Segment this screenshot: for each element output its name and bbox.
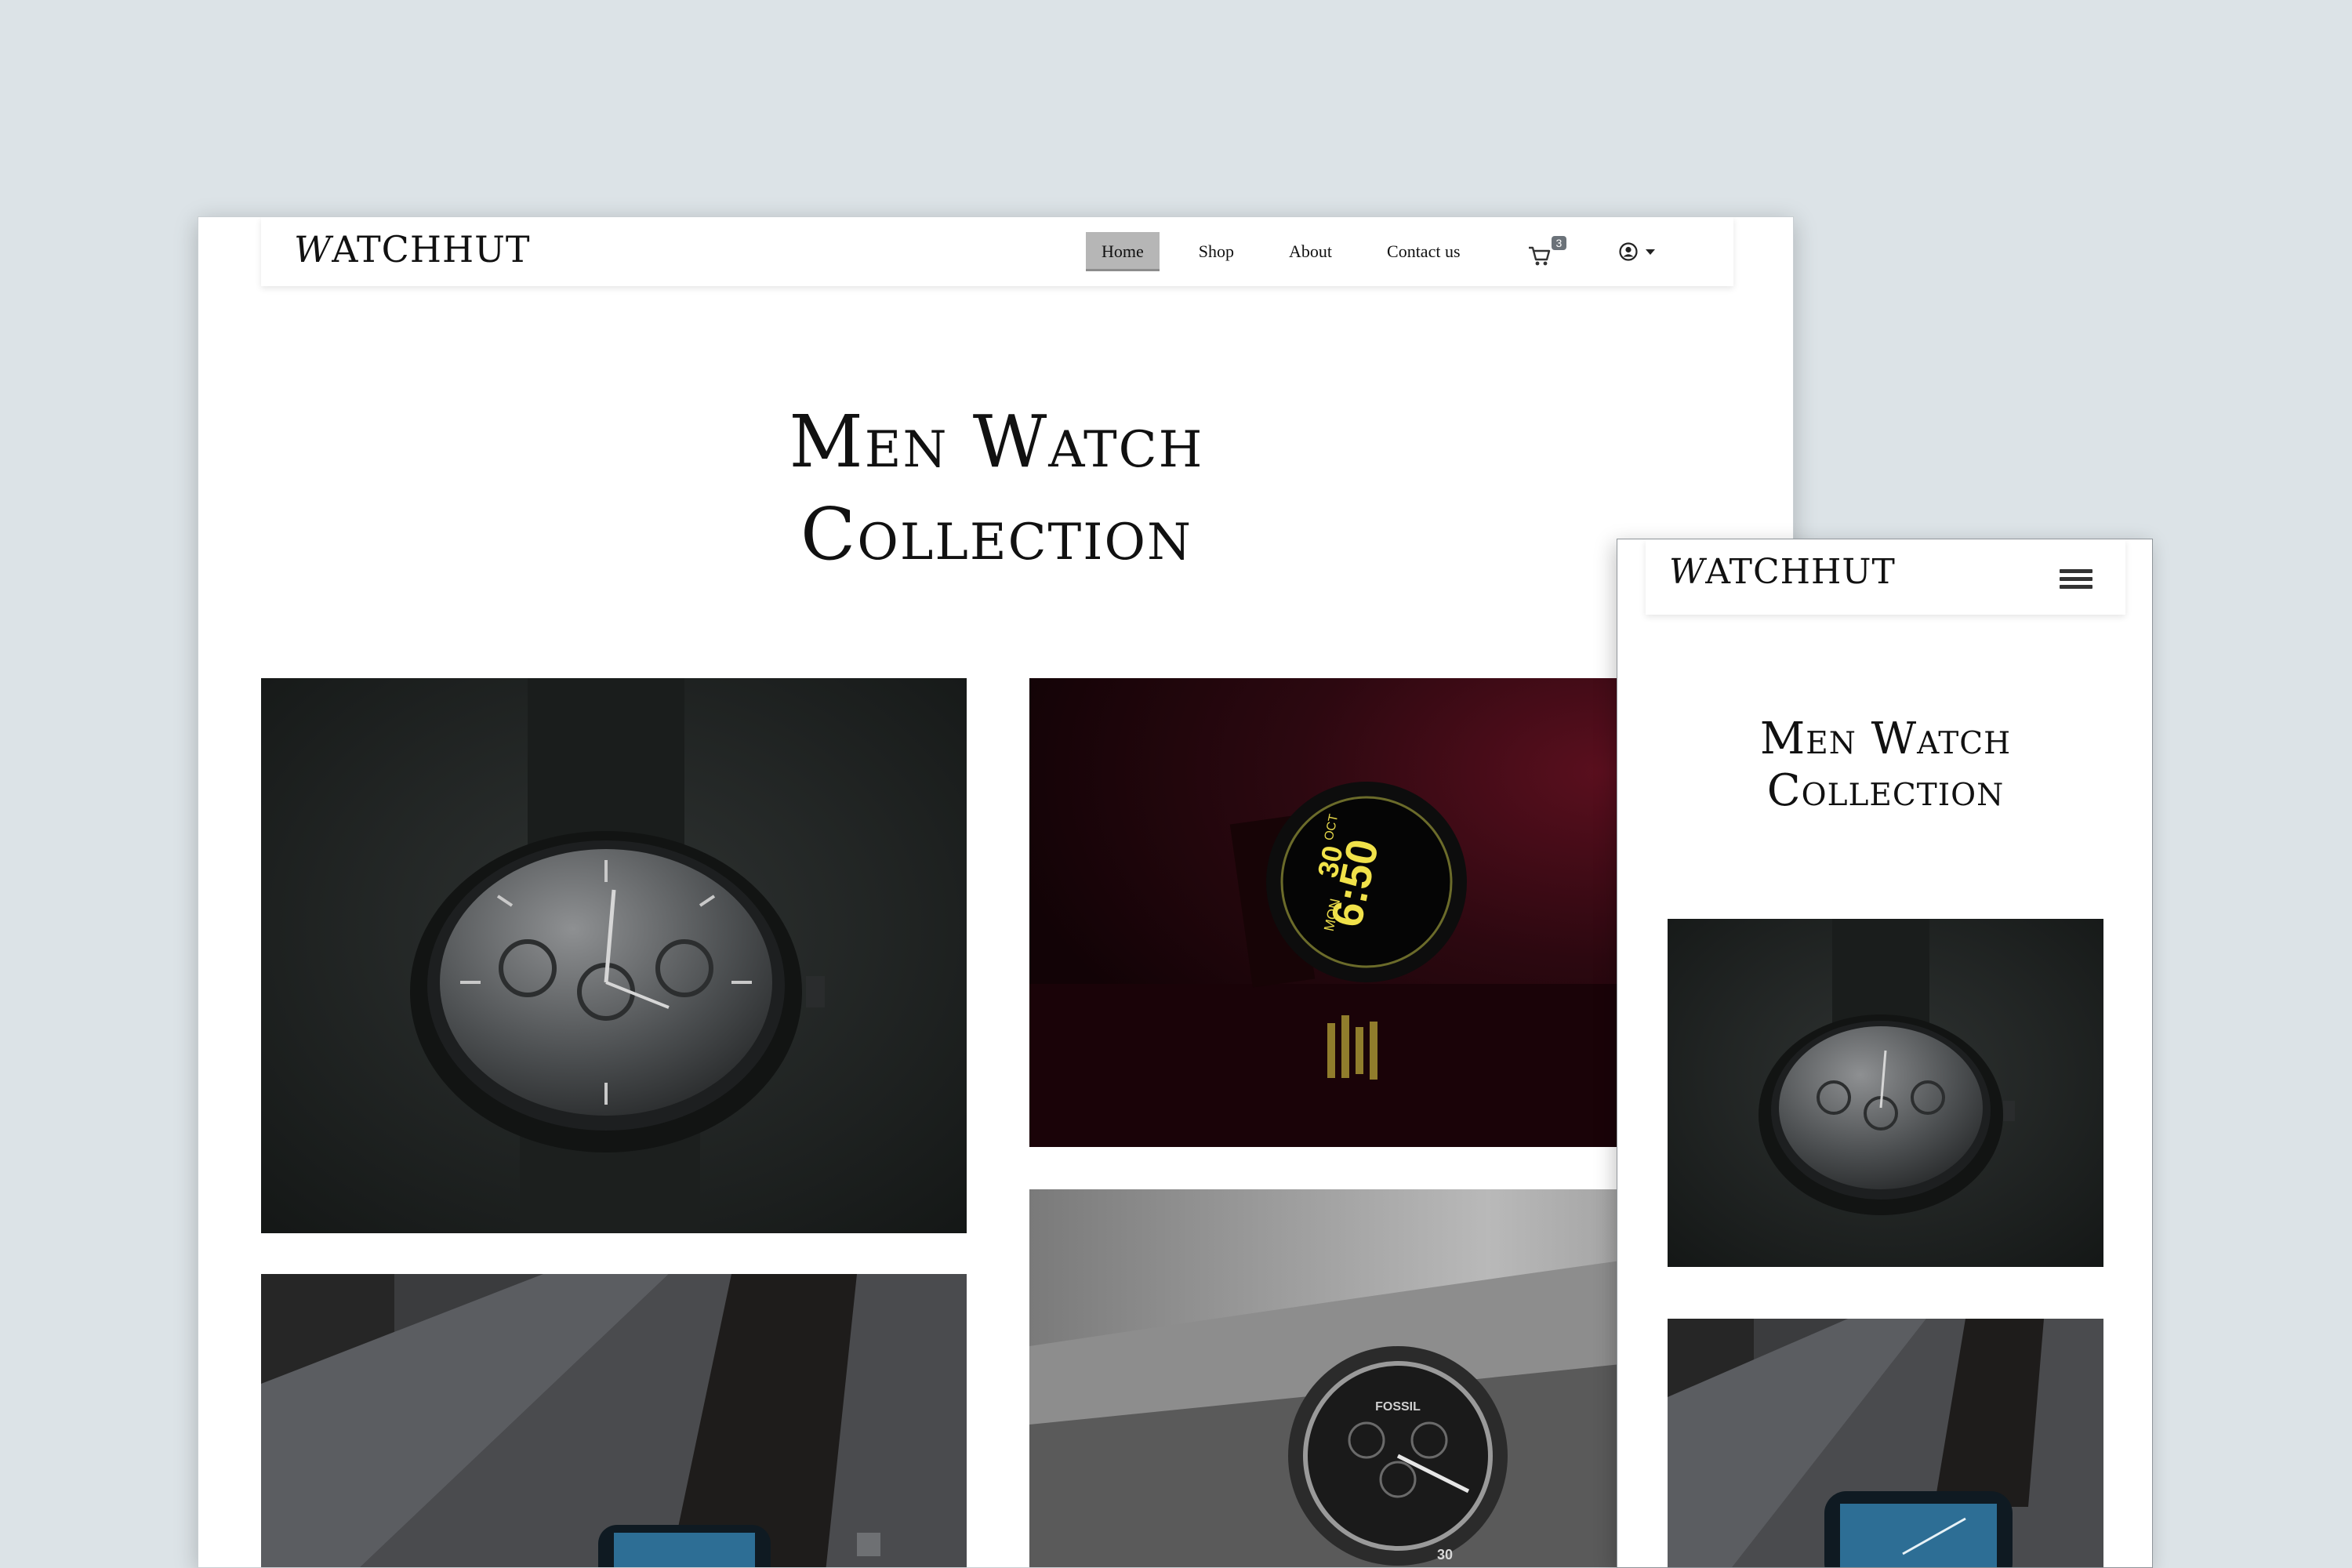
cart-button[interactable]: 3 [1528,236,1567,267]
cart-count-badge: 3 [1551,236,1567,250]
cart-icon [1528,246,1550,266]
mobile-brand-rest: ATCHHUT [1705,552,1896,592]
mobile-title-line-2: Collection [1766,765,2005,816]
brand-rest: ATCHHUT [332,228,531,270]
nav-home[interactable]: Home [1086,232,1160,271]
nav-contact[interactable]: Contact us [1371,232,1476,271]
mobile-chronograph-illustration [1668,919,2103,1267]
title-line-2: Collection [800,492,1192,576]
mobile-navbar: WATCHHUT [1646,539,2125,615]
mobile-leather-smartwatch-illustration [1668,1319,2103,1567]
brand-logo[interactable]: WATCHHUT [294,228,531,270]
chevron-down-icon [1645,249,1655,255]
brand-initial: W [294,228,332,270]
fossil-brand-text: FOSSIL [1375,1400,1421,1414]
fossil-bezel-marker: 30 [1437,1547,1453,1563]
nav-about[interactable]: About [1273,232,1348,271]
leather-smartwatch-illustration [261,1274,967,1567]
mobile-preview: WATCHHUT Men Watch Collection [1617,539,2153,1568]
nav-menu: Home Shop About Contact us 3 [1086,230,1655,274]
chronograph-watch-illustration [261,678,967,1233]
mobile-brand-logo[interactable]: WATCHHUT [1669,552,1896,592]
hamburger-icon[interactable] [2060,569,2092,591]
product-image-chronograph[interactable] [261,678,967,1233]
mobile-product-image-leather-smartwatch[interactable] [1668,1319,2103,1567]
mobile-title-line-1: Men Watch [1759,713,2012,764]
mobile-product-image-chronograph[interactable] [1668,919,2103,1267]
desktop-preview: WATCHHUT Home Shop About Contact us 3 Me… [198,216,1794,1568]
smartwatch-date: 30 [1311,843,1348,880]
mobile-brand-initial: W [1669,552,1706,592]
page-title: Men Watch Collection [198,396,1793,581]
title-line-1: Men Watch [789,400,1204,484]
user-circle-icon [1618,242,1638,261]
user-menu-toggle[interactable] [1618,242,1655,261]
nav-shop[interactable]: Shop [1183,232,1250,271]
product-image-leather-smartwatch[interactable] [261,1274,967,1567]
desktop-navbar: WATCHHUT Home Shop About Contact us 3 [261,217,1733,286]
mobile-page-title: Men Watch Collection [1617,713,2152,817]
